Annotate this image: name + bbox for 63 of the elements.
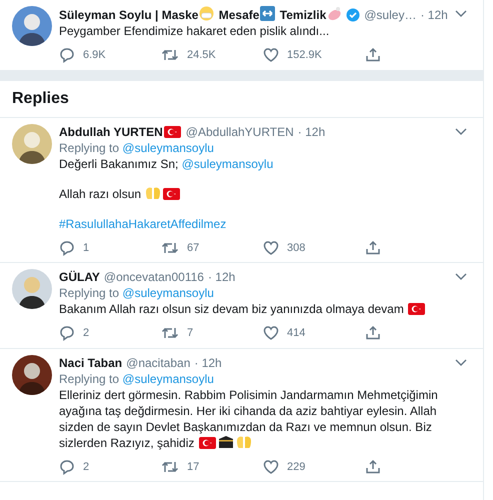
mention-link[interactable]: @suleymansoylu [122,286,214,300]
action-count: 229 [287,460,306,474]
action-count: 2 [83,326,90,341]
replying-to-text: Replying to @suleymansoylu [59,285,215,301]
display-name[interactable]: Abdullah YURTEN [59,124,182,140]
heart-icon[interactable] [263,325,279,342]
hashtag-link[interactable]: #RasulullahaHakaretAffedilmez [59,216,226,230]
action-count: 67 [187,240,200,256]
action-count: 6.9K [83,48,106,63]
flag-icon [163,188,180,200]
action-count: 2 [83,460,90,474]
mention-link[interactable]: @suleymansoylu [122,140,214,154]
share-icon[interactable] [365,47,381,64]
heart-icon[interactable] [263,47,279,64]
user-handle[interactable]: @suley… [364,6,416,22]
user-handle[interactable]: @nacitaban [126,354,190,370]
action-count: 414 [287,326,306,341]
tweet-text: Elleriniz dert görmesin. Rabbim Polisimin Jandarmamın Mehmetçiğimin ayağına taş değdirmesin. Her iki cihanda da aziz bahtiyar eylesin. Allah sizden de sayın Devlet Başkanımızdan da Razı ve memnun olsun. Biz sizlerden Razıyız, şahidiz [59,386,439,450]
mention-link[interactable]: @suleymansoylu [182,156,274,170]
tweet-text: Değerli Bakanımız Sn; @suleymansoylu [59,156,274,172]
display-name[interactable]: GÜLAY [59,269,100,285]
timestamp[interactable]: · 12h [298,124,326,140]
flag-icon [408,303,426,315]
user-handle[interactable]: @AbdullahYURTEN [186,124,294,140]
tweet-text: Allah razı olsun [59,186,467,202]
tweet-text: Peygamber Efendimize hakaret eden pislik alındı... [59,23,330,39]
flag-icon [164,126,181,138]
display-name[interactable]: Süleyman Soylu | Maske Mesafe Temizlik [59,6,344,23]
replying-to-text: Replying to @suleymansoylu [59,140,215,156]
share-icon[interactable] [365,458,381,475]
chevron-down-icon[interactable] [455,358,467,366]
mention-link[interactable]: @suleymansoylu [122,372,214,386]
kaaba-icon [218,434,234,448]
action-count: 17 [187,460,200,474]
replying-to-text: Replying to @suleymansoylu [59,370,215,386]
masked-face-icon [199,6,214,21]
heart-icon[interactable] [263,240,279,256]
soap-icon [327,6,342,21]
heart-icon[interactable] [263,458,279,475]
action-count: 152.9K [287,48,322,63]
reply-icon[interactable] [59,458,75,475]
chevron-down-icon[interactable] [455,10,467,18]
action-count: 24.5K [187,48,216,63]
action-count: 7 [187,326,194,341]
share-icon[interactable] [365,240,381,256]
reply-icon[interactable] [59,47,75,64]
replies-heading: Replies [12,88,70,108]
display-name[interactable]: Naci Taban [59,354,122,370]
chevron-down-icon[interactable] [455,273,467,281]
chevron-down-icon[interactable] [455,128,467,136]
tweet-text: Bakanım Allah razı olsun siz devam biz yanınızda olmaya devam [59,301,467,317]
reply-icon[interactable] [59,240,75,256]
action-count: 308 [287,240,306,256]
reply-icon[interactable] [59,325,75,342]
timestamp[interactable]: · 12h [194,354,222,370]
user-handle[interactable]: @oncevatan00116 [104,269,204,285]
action-count: 1 [83,240,90,256]
hands-icon [236,434,252,448]
timestamp[interactable]: · 12h [420,6,448,22]
timestamp[interactable]: · 12h [208,269,236,285]
flag-icon [198,436,216,448]
hands-icon [145,186,162,200]
share-icon[interactable] [365,325,381,342]
